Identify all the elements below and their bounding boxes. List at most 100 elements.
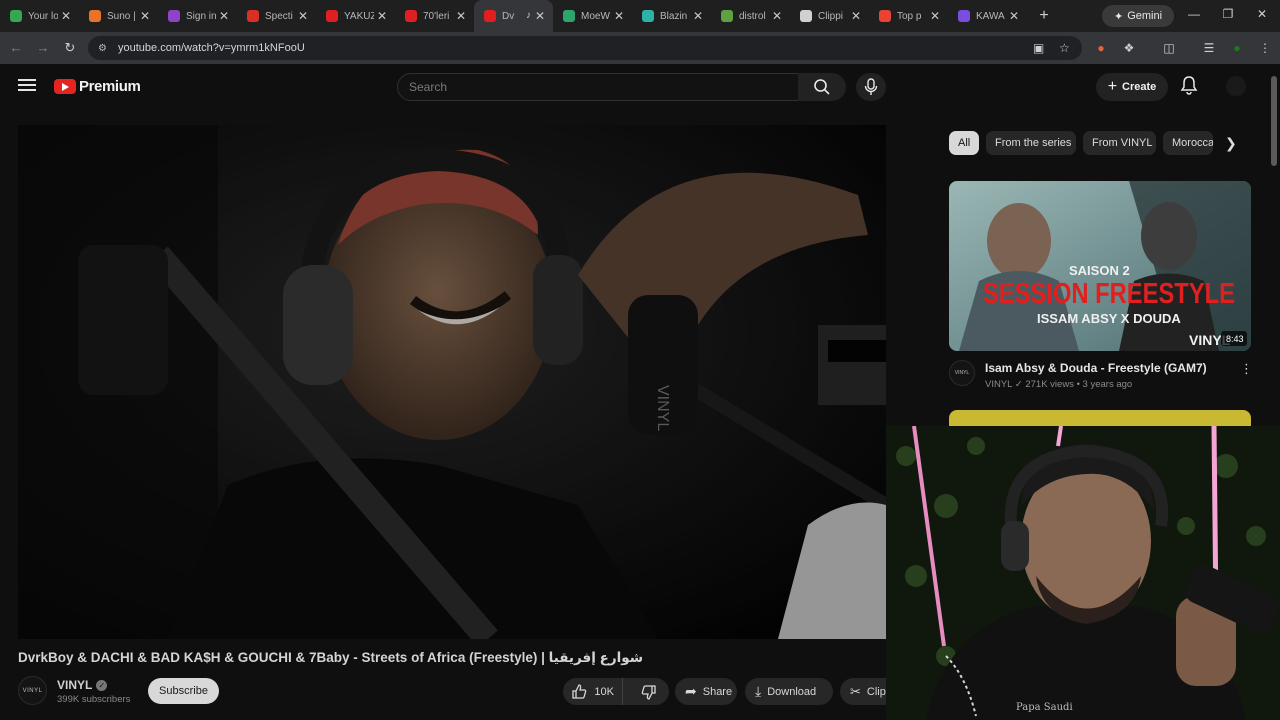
- browser-tab[interactable]: Top p ✕: [869, 0, 948, 32]
- scissors-icon: ✂: [850, 683, 861, 699]
- tab-close-icon[interactable]: ✕: [456, 9, 466, 23]
- recommendation-thumbnail[interactable]: SAISON 2 SESSION FREESTYLE ISSAM ABSY X …: [949, 181, 1251, 351]
- profile-avatar[interactable]: ●: [1229, 40, 1245, 56]
- tab-favicon-icon: [721, 10, 733, 22]
- install-app-icon[interactable]: ▣: [1033, 41, 1044, 55]
- page-scrollbar[interactable]: [1271, 76, 1277, 166]
- voice-search-button[interactable]: [856, 73, 886, 101]
- media-controls-icon[interactable]: ☰: [1201, 40, 1217, 56]
- thumbs-down-icon: [641, 684, 656, 700]
- like-dislike-group: 10K: [563, 678, 669, 705]
- omnibox[interactable]: ⚙ youtube.com/watch?v=ymrm1kNFooU ▣ ☆: [88, 36, 1082, 60]
- tab-favicon-icon: [10, 10, 22, 22]
- create-button[interactable]: + Create: [1096, 73, 1168, 101]
- verified-check-icon: ✓: [1014, 379, 1026, 390]
- recommendation-channel-avatar[interactable]: VINYL: [949, 360, 975, 386]
- side-panel-icon[interactable]: ◫: [1161, 40, 1177, 56]
- tab-favicon-icon: [800, 10, 812, 22]
- tab-favicon-icon: [484, 10, 496, 22]
- video-duration: 8:43: [1226, 334, 1244, 344]
- browser-tab[interactable]: Dv ♪ ✕: [474, 0, 553, 32]
- tab-close-icon[interactable]: ✕: [535, 9, 545, 23]
- tab-close-icon[interactable]: ✕: [219, 9, 229, 23]
- tab-close-icon[interactable]: ✕: [61, 9, 71, 23]
- forward-icon[interactable]: →: [35, 40, 51, 56]
- tab-close-icon[interactable]: ✕: [772, 9, 782, 23]
- new-tab-button[interactable]: +: [1031, 3, 1057, 29]
- tab-close-icon[interactable]: ✕: [614, 9, 624, 23]
- bookmark-star-icon[interactable]: ☆: [1059, 41, 1070, 55]
- tab-close-icon[interactable]: ✕: [140, 9, 150, 23]
- tab-close-icon[interactable]: ✕: [1009, 9, 1019, 23]
- close-window-icon[interactable]: ✕: [1253, 7, 1271, 21]
- browser-tab[interactable]: Sign in ✕: [158, 0, 237, 32]
- search-button[interactable]: [798, 73, 846, 101]
- browser-tab[interactable]: KAWA ✕: [948, 0, 1027, 32]
- video-player[interactable]: VINYL: [18, 125, 886, 639]
- account-avatar[interactable]: [1226, 76, 1246, 96]
- youtube-premium-logo[interactable]: Premium: [54, 78, 141, 95]
- more-options-icon[interactable]: ⋮: [1240, 361, 1253, 377]
- share-button[interactable]: ➦ Share: [675, 678, 737, 705]
- search-input[interactable]: Search: [397, 73, 799, 101]
- tab-close-icon[interactable]: ✕: [298, 9, 308, 23]
- tab-label: Suno |: [107, 10, 136, 22]
- site-info-icon[interactable]: ⚙: [98, 43, 110, 54]
- clip-button[interactable]: ✂ Clip: [840, 678, 886, 705]
- extensions-puzzle-icon[interactable]: ❖: [1121, 40, 1137, 56]
- tab-label: YAKUZ: [344, 10, 374, 22]
- download-label: Download: [767, 685, 817, 698]
- notifications-bell-icon[interactable]: [1180, 75, 1198, 95]
- microphone-icon: [864, 78, 878, 95]
- tab-label: Specti: [265, 10, 293, 22]
- recommendation-channel[interactable]: VINYL: [985, 379, 1012, 390]
- tab-close-icon[interactable]: ✕: [851, 9, 861, 23]
- tab-favicon-icon: [879, 10, 891, 22]
- download-button[interactable]: ⤓ Download: [745, 678, 833, 705]
- browser-tab[interactable]: Suno | ✕: [79, 0, 158, 32]
- chip-from-the-series[interactable]: From the series: [986, 131, 1076, 155]
- maximize-icon[interactable]: ❐: [1219, 7, 1237, 21]
- channel-avatar[interactable]: VINYL: [18, 676, 47, 705]
- browser-tab[interactable]: Your lo ✕: [0, 0, 79, 32]
- recommendation-title[interactable]: Isam Absy & Douda - Freestyle (GAM7): [985, 361, 1207, 375]
- browser-menu-icon[interactable]: ⋮: [1257, 40, 1273, 56]
- channel-name[interactable]: VINYL ✓: [57, 678, 108, 692]
- tab-close-icon[interactable]: ✕: [930, 9, 940, 23]
- hamburger-menu-icon[interactable]: [18, 76, 36, 94]
- search-icon: [814, 79, 830, 95]
- dislike-button[interactable]: [629, 684, 669, 700]
- browser-tab[interactable]: Specti ✕: [237, 0, 316, 32]
- subscriber-count: 399K subscribers: [57, 694, 131, 705]
- gemini-sparkle-icon: ✦: [1113, 10, 1124, 23]
- chevron-right-icon[interactable]: ❯: [1225, 135, 1237, 152]
- tab-audio-icon[interactable]: ♪: [526, 9, 531, 23]
- webcam-feed: Papa Saudi: [886, 426, 1280, 720]
- browser-tab[interactable]: Blazin ✕: [632, 0, 711, 32]
- extension-icon[interactable]: ●: [1093, 40, 1109, 56]
- plus-icon: +: [1107, 78, 1118, 95]
- browser-tab[interactable]: MoeW ✕: [553, 0, 632, 32]
- channel-name-text: VINYL: [57, 678, 93, 692]
- browser-tab[interactable]: distrol ✕: [711, 0, 790, 32]
- like-button[interactable]: 10K: [563, 678, 624, 705]
- gemini-button[interactable]: ✦ Gemini: [1102, 5, 1174, 27]
- browser-tab[interactable]: 70'leri ✕: [395, 0, 474, 32]
- chip-from-vinyl[interactable]: From VINYL: [1083, 131, 1156, 155]
- minimize-icon[interactable]: —: [1185, 7, 1203, 21]
- tab-close-icon[interactable]: ✕: [693, 9, 703, 23]
- thumb-season-text: SAISON 2: [1069, 263, 1130, 278]
- subscribe-button[interactable]: Subscribe: [148, 678, 219, 704]
- browser-tab[interactable]: Clippi ✕: [790, 0, 869, 32]
- browser-tab[interactable]: YAKUZ ✕: [316, 0, 395, 32]
- clip-label: Clip: [866, 685, 886, 698]
- reload-icon[interactable]: ↻: [62, 40, 78, 56]
- chip-moroccan[interactable]: Moroccan: [1163, 131, 1213, 155]
- back-icon[interactable]: ←: [8, 40, 24, 56]
- tab-label: Your lo: [28, 10, 58, 22]
- tab-close-icon[interactable]: ✕: [377, 9, 387, 23]
- url-text[interactable]: youtube.com/watch?v=ymrm1kNFooU: [118, 42, 305, 54]
- share-icon: ➦: [685, 683, 697, 699]
- chip-all[interactable]: All: [949, 131, 979, 155]
- tab-favicon-icon: [168, 10, 180, 22]
